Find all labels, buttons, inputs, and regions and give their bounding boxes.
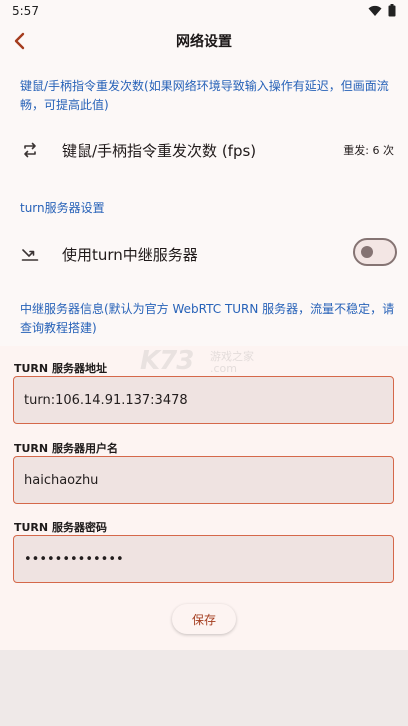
turn-section-header: turn服务器设置 <box>20 201 105 215</box>
turn-address-input[interactable] <box>24 377 384 423</box>
battery-icon <box>388 4 396 17</box>
turn-password-input[interactable] <box>24 536 384 582</box>
resend-description: 键鼠/手柄指令重发次数(如果网络环境导致输入操作有延迟，但画面流畅，可提高此值) <box>20 79 389 112</box>
status-icons <box>368 4 396 17</box>
turn-username-label: TURN 服务器用户名 <box>14 442 118 455</box>
resend-count-row[interactable]: 键鼠/手柄指令重发次数 (fps) 重发: 6 次 <box>0 128 408 172</box>
status-time: 5:57 <box>12 4 39 18</box>
wifi-icon <box>368 5 382 16</box>
page-title: 网络设置 <box>176 34 232 50</box>
use-turn-row[interactable]: 使用turn中继服务器 <box>0 232 408 276</box>
status-bar: 5:57 <box>0 0 408 22</box>
save-button[interactable]: 保存 <box>172 604 236 634</box>
relay-icon <box>21 249 39 261</box>
turn-info-description: 中继服务器信息(默认为官方 WebRTC TURN 服务器，流量不稳定，请查询教… <box>20 302 395 335</box>
turn-username-input[interactable] <box>24 457 384 503</box>
settings-list: 键鼠/手柄指令重发次数(如果网络环境导致输入操作有延迟，但画面流畅，可提高此值)… <box>0 60 408 346</box>
resend-count-value: 重发: 6 次 <box>343 144 394 157</box>
turn-password-field[interactable] <box>13 535 394 583</box>
turn-password-label: TURN 服务器密码 <box>14 521 107 534</box>
use-turn-title: 使用turn中继服务器 <box>62 246 198 264</box>
app-bar: 网络设置 <box>0 22 408 60</box>
repeat-icon <box>24 142 36 158</box>
turn-server-form: TURN 服务器地址 TURN 服务器用户名 TURN 服务器密码 保存 <box>0 346 408 650</box>
turn-address-field[interactable] <box>13 376 394 424</box>
turn-username-field[interactable] <box>13 456 394 504</box>
turn-address-label: TURN 服务器地址 <box>14 362 107 375</box>
switch-knob <box>361 246 373 258</box>
use-turn-switch[interactable] <box>353 238 397 266</box>
resend-count-title: 键鼠/手柄指令重发次数 (fps) <box>62 142 257 160</box>
